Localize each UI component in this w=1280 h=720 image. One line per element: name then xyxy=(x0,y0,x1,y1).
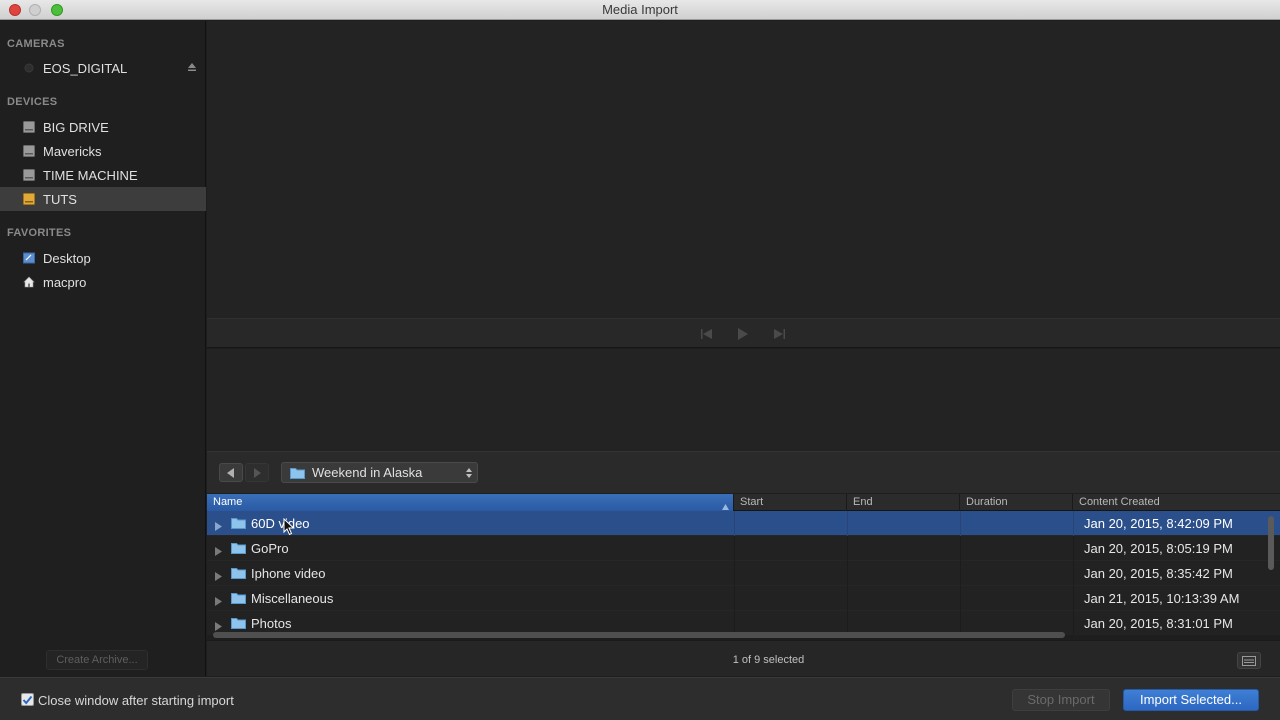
disclosure-triangle-icon[interactable] xyxy=(215,544,222,556)
table-row[interactable]: Iphone video Jan 20, 2015, 8:35:42 PM xyxy=(207,561,1280,586)
bottom-bar: Close window after starting import Stop … xyxy=(0,677,1280,720)
desktop-icon xyxy=(23,252,35,264)
hard-drive-icon xyxy=(23,121,35,133)
row-content-created: Jan 20, 2015, 8:31:01 PM xyxy=(1084,616,1233,631)
mouse-pointer-icon xyxy=(283,517,295,536)
sidebar-item-label: TIME MACHINE xyxy=(43,167,138,183)
stop-import-button[interactable]: Stop Import xyxy=(1012,689,1110,711)
forward-button[interactable] xyxy=(245,463,269,482)
play-icon[interactable] xyxy=(735,327,751,341)
disclosure-triangle-icon[interactable] xyxy=(215,594,222,606)
disclosure-triangle-icon[interactable] xyxy=(215,569,222,581)
row-name: Photos xyxy=(251,616,292,631)
file-list: 60D video Jan 20, 2015, 8:42:09 PM GoPro… xyxy=(207,511,1280,635)
close-window-label: Close window after starting import xyxy=(38,693,234,708)
sidebar-item-time-machine[interactable]: TIME MACHINE xyxy=(0,163,206,187)
close-window-checkbox[interactable] xyxy=(21,693,34,706)
column-header-duration[interactable]: Duration xyxy=(960,494,1073,511)
camera-icon xyxy=(23,62,35,74)
sidebar-item-big-drive[interactable]: BIG DRIVE xyxy=(0,115,206,139)
sidebar-item-label: TUTS xyxy=(43,191,77,207)
sidebar-item-label: BIG DRIVE xyxy=(43,119,109,135)
checkmark-icon xyxy=(22,695,33,705)
table-row[interactable]: 60D video Jan 20, 2015, 8:42:09 PM xyxy=(207,511,1280,536)
hard-drive-icon xyxy=(23,145,35,157)
folder-icon xyxy=(231,592,246,604)
sidebar-item-mavericks[interactable]: Mavericks xyxy=(0,139,206,163)
current-folder-label: Weekend in Alaska xyxy=(312,465,423,480)
disclosure-triangle-icon[interactable] xyxy=(215,619,222,631)
sidebar-item-label: macpro xyxy=(43,274,87,290)
vertical-scrollbar[interactable] xyxy=(1268,516,1274,570)
back-button[interactable] xyxy=(219,463,243,482)
sidebar-item-desktop[interactable]: Desktop xyxy=(0,246,206,270)
section-header-cameras: CAMERAS xyxy=(7,38,65,50)
browser-toolbar: Weekend in Alaska xyxy=(207,451,1280,493)
popup-arrows-icon xyxy=(466,467,472,479)
horizontal-scrollbar[interactable] xyxy=(213,632,1065,638)
create-archive-button[interactable]: Create Archive... xyxy=(46,650,148,670)
skip-to-end-icon[interactable] xyxy=(771,327,787,341)
sidebar-item-tuts[interactable]: TUTS xyxy=(0,187,206,211)
row-content-created: Jan 20, 2015, 8:35:42 PM xyxy=(1084,566,1233,581)
title-bar: Media Import xyxy=(0,0,1280,20)
window-title: Media Import xyxy=(602,2,678,17)
row-name: 60D video xyxy=(251,516,310,531)
list-view-icon xyxy=(1242,655,1256,666)
sidebar-item-macpro[interactable]: macpro xyxy=(0,270,206,294)
chevron-right-icon xyxy=(254,467,261,478)
transport-controls xyxy=(207,318,1280,348)
row-name: Miscellaneous xyxy=(251,591,334,606)
chevron-left-icon xyxy=(227,467,234,478)
folder-popup[interactable]: Weekend in Alaska xyxy=(281,462,478,483)
sidebar-item-eos-digital[interactable]: EOS_DIGITAL xyxy=(0,56,206,80)
folder-icon xyxy=(290,467,305,479)
row-name: Iphone video xyxy=(251,566,326,581)
folder-icon xyxy=(231,517,246,529)
folder-icon xyxy=(231,542,246,554)
eject-icon[interactable] xyxy=(187,61,197,73)
sidebar-item-label: EOS_DIGITAL xyxy=(43,60,128,76)
filmstrip-area xyxy=(207,349,1280,451)
column-header-end[interactable]: End xyxy=(847,494,960,511)
section-header-devices: DEVICES xyxy=(7,96,58,108)
list-view-toggle[interactable] xyxy=(1237,652,1261,669)
external-drive-icon xyxy=(23,193,35,205)
column-header-start[interactable]: Start xyxy=(734,494,847,511)
folder-icon xyxy=(231,567,246,579)
section-header-favorites: FAVORITES xyxy=(7,227,72,239)
column-header-name[interactable]: Name xyxy=(207,494,734,511)
disclosure-triangle-icon[interactable] xyxy=(215,519,222,531)
column-header-content-created[interactable]: Content Created xyxy=(1073,494,1280,511)
table-row[interactable]: Miscellaneous Jan 21, 2015, 10:13:39 AM xyxy=(207,586,1280,611)
column-header-label: Name xyxy=(213,496,243,508)
import-selected-button[interactable]: Import Selected... xyxy=(1123,689,1259,711)
browser-status-bar: 1 of 9 selected xyxy=(207,640,1280,676)
hard-drive-icon xyxy=(23,169,35,181)
folder-icon xyxy=(231,617,246,629)
row-name: GoPro xyxy=(251,541,289,556)
sidebar: CAMERAS EOS_DIGITAL DEVICES BIG DRIVE Ma… xyxy=(0,21,206,676)
row-content-created: Jan 21, 2015, 10:13:39 AM xyxy=(1084,591,1240,606)
table-header: Name Start End Duration Content Created xyxy=(207,494,1280,511)
preview-viewer xyxy=(207,21,1280,318)
sidebar-item-label: Desktop xyxy=(43,250,91,266)
home-icon xyxy=(23,276,35,288)
sidebar-item-label: Mavericks xyxy=(43,143,102,159)
skip-to-start-icon[interactable] xyxy=(699,327,715,341)
row-content-created: Jan 20, 2015, 8:42:09 PM xyxy=(1084,516,1233,531)
row-content-created: Jan 20, 2015, 8:05:19 PM xyxy=(1084,541,1233,556)
table-row[interactable]: GoPro Jan 20, 2015, 8:05:19 PM xyxy=(207,536,1280,561)
sort-ascending-icon xyxy=(722,499,729,510)
selection-status: 1 of 9 selected xyxy=(732,654,805,666)
